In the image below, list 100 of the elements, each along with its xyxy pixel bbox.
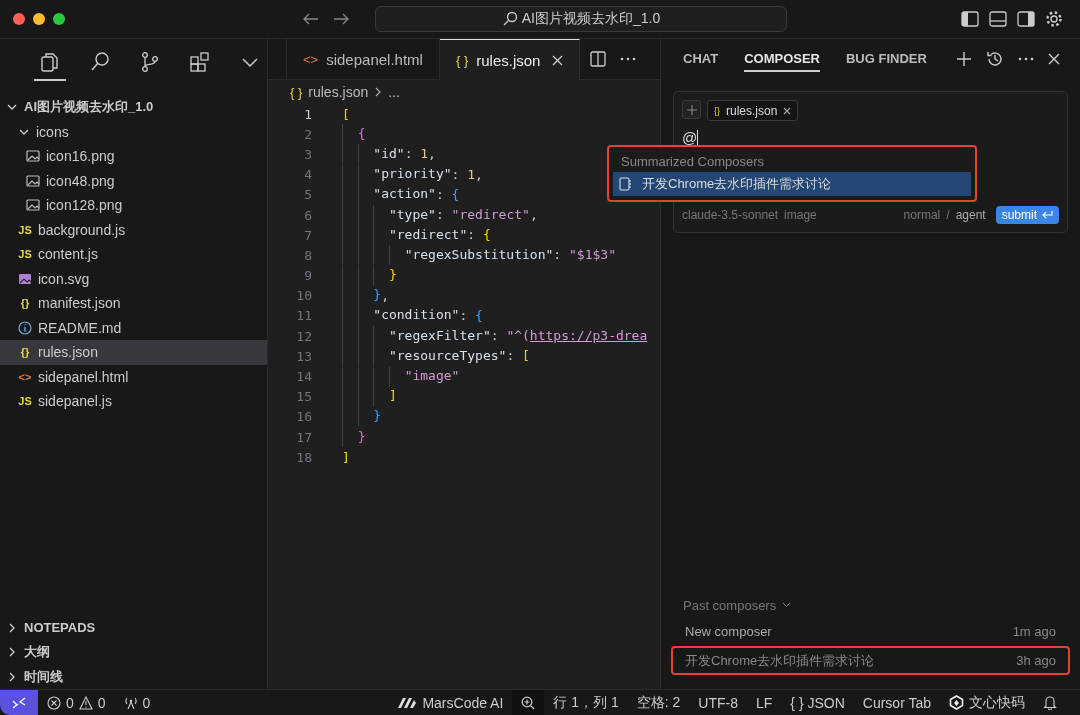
forward-arrow-icon[interactable] — [333, 13, 349, 25]
breadcrumb-item[interactable]: ... — [388, 84, 400, 100]
language-status[interactable]: { } JSON — [781, 690, 854, 715]
remote-button[interactable] — [0, 690, 38, 715]
chevron-down-icon[interactable] — [782, 602, 792, 608]
close-icon[interactable] — [1048, 53, 1060, 65]
remote-icon[interactable] — [12, 696, 26, 709]
file-tree-item[interactable]: JS content.js — [0, 242, 267, 267]
file-type-glyph: <> — [18, 370, 32, 383]
more-actions-icon[interactable] — [1018, 57, 1034, 61]
antenna-icon[interactable] — [123, 695, 138, 710]
close-icon[interactable] — [552, 54, 564, 66]
sidebar-section-header[interactable]: 大纲 — [0, 640, 267, 665]
close-icon[interactable] — [783, 106, 792, 115]
return-key-icon[interactable] — [1041, 210, 1053, 220]
right-sidebar-toggle-icon[interactable] — [1017, 11, 1035, 27]
left-sidebar-toggle-icon[interactable] — [961, 11, 979, 27]
file-tree-item[interactable]: icons — [0, 119, 267, 144]
search-icon[interactable] — [89, 51, 111, 73]
file-name: icon128.png — [46, 197, 123, 214]
file-tree-item[interactable]: {} manifest.json — [0, 291, 267, 316]
section-title: 时间线 — [24, 667, 63, 686]
warning-count[interactable]: 0 — [97, 694, 106, 711]
status-item[interactable]: LF — [746, 690, 782, 715]
panel-tab[interactable]: BUG FINDER — [846, 46, 927, 72]
composer-input-field[interactable]: @ — [682, 129, 1059, 146]
file-type-glyph: JS — [18, 395, 32, 408]
mode-option[interactable]: normal — [903, 208, 941, 222]
status-item[interactable]: Cursor Tab — [853, 690, 940, 715]
back-arrow-icon[interactable] — [303, 13, 319, 25]
files-icon[interactable] — [39, 51, 61, 73]
warning-icon[interactable] — [78, 695, 93, 710]
code-line: "action": { — [312, 184, 460, 205]
history-icon[interactable] — [986, 50, 1004, 68]
marscode-logo[interactable] — [397, 696, 418, 709]
sidebar-section-header[interactable]: NOTEPADS — [0, 615, 267, 640]
chevron-icon — [374, 87, 383, 97]
file-name: content.js — [38, 246, 98, 263]
more-actions-icon[interactable] — [620, 57, 637, 61]
past-composer-item[interactable]: 开发Chrome去水印插件需求讨论 3h ago — [671, 646, 1070, 675]
line-number: 1 — [303, 106, 312, 122]
file-tree-item[interactable]: JS background.js — [0, 217, 267, 242]
image-file-icon — [26, 173, 40, 188]
popup-heading: Summarized Composers — [620, 153, 766, 171]
wenxin-logo[interactable] — [949, 695, 964, 710]
line-number: 8 — [303, 247, 312, 263]
split-editor-icon[interactable] — [590, 51, 607, 67]
zoom-in-icon[interactable] — [521, 695, 536, 710]
code-line: "regexFilter": "^(https://p3-drea — [312, 326, 648, 347]
status-item[interactable]: MarsCode AI — [422, 694, 504, 711]
status-item[interactable]: UTF-8 — [689, 690, 747, 715]
popup-item[interactable]: 开发Chrome去水印插件需求讨论 — [613, 172, 971, 196]
plus-icon[interactable] — [956, 51, 972, 67]
error-icon[interactable] — [47, 695, 61, 710]
file-name: sidepanel.js — [38, 393, 112, 410]
panel-tab[interactable]: CHAT — [683, 46, 719, 72]
file-tree-item[interactable]: README.md — [0, 315, 267, 340]
plus-icon[interactable] — [686, 104, 697, 115]
branch-icon[interactable] — [139, 51, 161, 73]
breadcrumb-item[interactable]: rules.json — [308, 84, 369, 100]
model-selector[interactable]: claude-3.5-sonnet — [682, 208, 779, 222]
file-tree-item[interactable]: JS sidepanel.js — [0, 389, 267, 414]
file-tree-item[interactable]: icon48.png — [0, 168, 267, 193]
file-tree-item[interactable]: icon.svg — [0, 266, 267, 291]
image-file-icon — [26, 198, 40, 213]
project-folder[interactable]: AI图片视频去水印_1.0 — [0, 95, 267, 120]
zoom-window-button[interactable] — [53, 13, 65, 25]
close-window-button[interactable] — [13, 13, 25, 25]
context-chip[interactable]: {} rules.json — [707, 100, 799, 121]
file-tree-item[interactable]: <> sidepanel.html — [0, 364, 267, 389]
error-count[interactable]: 0 — [66, 694, 74, 711]
status-item[interactable]: 行 1，列 1 — [544, 690, 628, 715]
image-attach-button[interactable]: image — [784, 208, 817, 222]
minimize-window-button[interactable] — [33, 13, 45, 25]
ports-count[interactable]: 0 — [142, 694, 151, 711]
editor-tab[interactable]: <> sidepanel.html — [287, 39, 440, 79]
file-tree-item[interactable]: {} rules.json — [0, 340, 267, 365]
status-item[interactable]: 文心快码 — [969, 693, 1025, 712]
file-tree-item[interactable]: icon128.png — [0, 193, 267, 218]
line-number: 11 — [295, 308, 312, 324]
settings-icon[interactable] — [1045, 10, 1063, 28]
sidebar-section-header[interactable]: 时间线 — [0, 664, 267, 689]
image-file-icon — [18, 271, 32, 286]
file-name: icon16.png — [46, 148, 115, 165]
command-search-field[interactable]: AI图片视频去水印_1.0 — [375, 6, 787, 32]
extensions-icon[interactable] — [189, 51, 211, 73]
editor-tab[interactable]: { } rules.json — [439, 39, 581, 80]
code-line: "redirect": { — [312, 225, 491, 246]
bell-icon[interactable] — [1043, 695, 1057, 710]
past-composers-heading[interactable]: Past composers — [683, 597, 777, 613]
status-item[interactable]: 空格: 2 — [627, 690, 690, 715]
panel-tab[interactable]: COMPOSER — [744, 46, 820, 72]
code-line: }, — [312, 285, 389, 306]
submit-button[interactable]: submit — [995, 206, 1059, 224]
file-name: README.md — [38, 319, 122, 336]
file-tree-item[interactable]: icon16.png — [0, 144, 267, 169]
file-name: icon.svg — [38, 270, 90, 287]
mode-option[interactable]: agent — [955, 208, 986, 222]
past-composer-item[interactable]: New composer 1m ago — [671, 617, 1070, 646]
bottom-panel-toggle-icon[interactable] — [989, 11, 1007, 27]
